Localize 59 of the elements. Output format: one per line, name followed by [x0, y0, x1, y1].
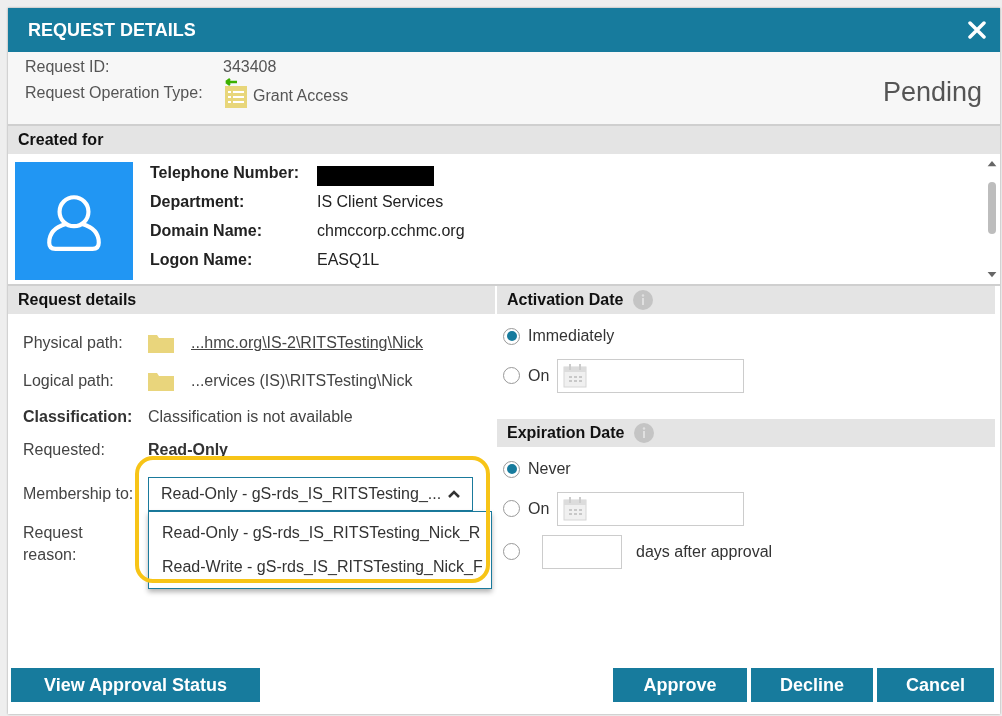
option-label: days after approval [636, 542, 773, 561]
radio-button[interactable] [503, 327, 520, 345]
request-id-value: 343408 [223, 58, 278, 76]
field-label: Domain Name: [150, 222, 264, 241]
action-button[interactable]: Approve [612, 668, 747, 702]
field-label: Physical path: [23, 334, 124, 352]
folder-icon [148, 371, 174, 391]
field-value: chmccorp.cchmc.org [317, 222, 466, 241]
field-label: Membership to: [23, 485, 135, 503]
radio-button[interactable] [503, 367, 520, 384]
membership-dropdown[interactable]: Read-Only - gS-rds_IS_RITSTesting_... [148, 477, 473, 511]
field-label: Logon Name: [150, 251, 254, 270]
option-label: Immediately [528, 327, 615, 345]
section-header: Expiration Date [507, 424, 625, 442]
request-id-label: Request ID: [25, 58, 111, 76]
close-icon[interactable] [968, 21, 986, 39]
radio-button[interactable] [503, 543, 520, 560]
radio-button[interactable] [503, 500, 520, 517]
calendar-icon [563, 362, 588, 389]
info-icon [634, 423, 655, 443]
section-header: Created for [8, 124, 1000, 154]
dropdown-option[interactable]: Read-Write - gS-rds_IS_RITSTesting_Nick_F [149, 550, 491, 584]
field-value: ...ervices (IS)\RITSTesting\Nick [191, 372, 413, 390]
section-header: Request details [8, 286, 495, 314]
operation-type-value: Grant Access [253, 87, 349, 105]
option-label: Never [528, 460, 571, 478]
operation-type-label: Request Operation Type: [25, 84, 204, 103]
field-label: Request reason: [23, 523, 84, 565]
field-value: Read-Only [148, 440, 228, 459]
field-label: Telephone Number: [150, 164, 301, 183]
dropdown-option[interactable]: Read-Only - gS-rds_IS_RITSTesting_Nick_R [149, 516, 491, 550]
field-value: IS Client Services [317, 193, 445, 212]
field-value: Classification is not available [148, 407, 353, 426]
date-input-field[interactable] [557, 491, 745, 526]
scroll-down-icon [987, 271, 997, 278]
field-value: EASQ1L [317, 251, 381, 270]
folder-icon [148, 333, 174, 353]
section-header: Activation Date [507, 291, 624, 309]
scroll-up-icon [987, 160, 997, 167]
request-status: Pending [882, 76, 982, 108]
info-icon [633, 290, 654, 310]
view-status-button[interactable]: View Approval Status [11, 668, 260, 702]
days-input-field[interactable] [542, 534, 622, 569]
option-label: On [528, 499, 550, 518]
action-button[interactable]: Decline [750, 668, 873, 702]
dialog-title: REQUEST DETAILS [28, 19, 196, 41]
option-label: On [528, 366, 550, 385]
scroll-thumb[interactable] [988, 182, 996, 234]
field-label: Requested: [23, 440, 106, 459]
field-label: Logical path: [23, 372, 115, 390]
field-label: Classification: [23, 407, 134, 426]
caret-icon [448, 490, 460, 498]
path-link[interactable]: ...hmc.org\IS-2\RITSTesting\Nick [191, 334, 424, 352]
calendar-icon [563, 495, 588, 522]
date-input-field[interactable] [557, 358, 745, 393]
action-button[interactable]: Cancel [876, 668, 994, 702]
list-with-arrow-icon [223, 78, 249, 108]
field-label: Department: [150, 193, 246, 212]
radio-button[interactable] [503, 460, 520, 478]
